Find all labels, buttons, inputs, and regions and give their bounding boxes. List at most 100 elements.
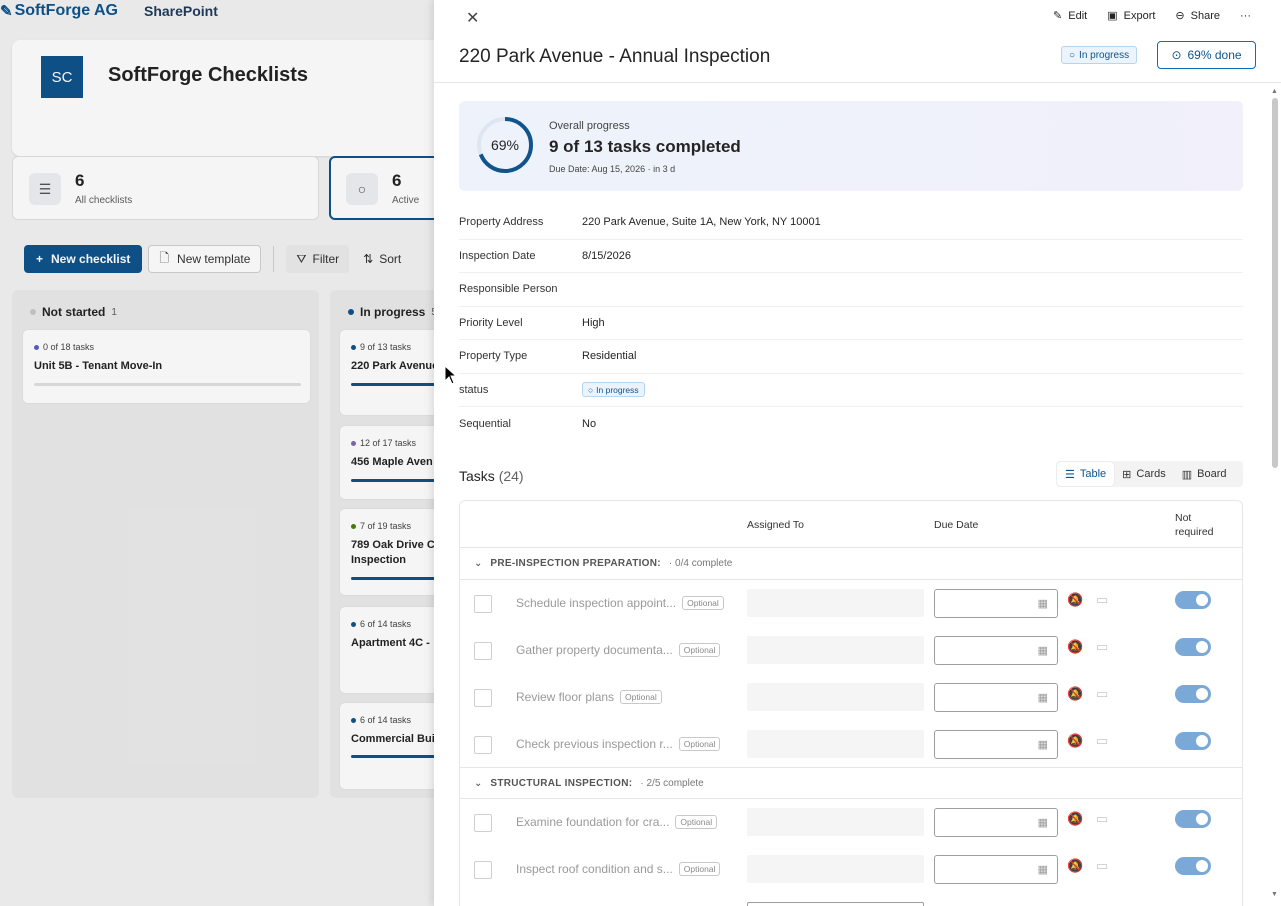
task-name[interactable]: Review floor plans Optional <box>516 690 662 704</box>
more-options-button[interactable]: ··· <box>1240 10 1251 22</box>
property-value: No <box>582 417 597 430</box>
due-date-field[interactable]: ▦ <box>934 683 1058 712</box>
export-button[interactable]: ▣ Export <box>1107 9 1156 23</box>
edit-button[interactable]: ✎ Edit <box>1053 9 1088 23</box>
export-label: Export <box>1123 9 1156 22</box>
calendar-icon: ▦ <box>1037 645 1048 657</box>
table-header: Assigned To Due Date Not required <box>460 501 1242 548</box>
task-name[interactable]: Check previous inspection r... Optional <box>516 737 721 751</box>
task-checkbox[interactable] <box>474 861 492 879</box>
close-icon[interactable]: ✕ <box>466 8 479 28</box>
panel-title: 220 Park Avenue - Annual Inspection <box>459 46 771 67</box>
group-progress: · 0/4 complete <box>668 558 733 569</box>
mouse-cursor-icon <box>444 365 458 385</box>
view-cards-tab[interactable]: ⊞ Cards <box>1114 462 1174 486</box>
group-name: PRE-INSPECTION PREPARATION: <box>490 558 661 569</box>
bell-off-icon[interactable]: 🔕 <box>1067 639 1083 655</box>
property-row: Property Type Residential <box>459 340 1243 374</box>
view-table-tab[interactable]: ☰ Table <box>1057 462 1115 486</box>
list-icon: ☰ <box>1065 468 1075 481</box>
task-name[interactable]: Inspect roof condition and s... Optional <box>516 862 721 876</box>
grid-icon: ⊞ <box>1122 468 1132 481</box>
calendar-icon: ▦ <box>1037 598 1048 610</box>
assigned-to-field[interactable] <box>747 855 924 883</box>
due-date-field[interactable]: ▦ <box>934 855 1058 884</box>
assigned-to-field[interactable] <box>747 636 924 664</box>
comment-icon[interactable]: ▭ <box>1096 639 1108 655</box>
not-required-toggle[interactable] <box>1175 638 1211 656</box>
modal-backdrop[interactable] <box>0 0 434 906</box>
edit-label: Edit <box>1068 9 1088 22</box>
due-date-field[interactable]: ▦ <box>934 808 1058 837</box>
task-name[interactable]: Schedule inspection appoint... Optional <box>516 596 724 610</box>
table-row: Review floor plans Optional ▦ 🔕 ▭ <box>460 674 1242 721</box>
task-title: Schedule inspection appoint... <box>516 596 677 610</box>
tasks-table: Assigned To Due Date Not required ⌄ PRE-… <box>459 500 1243 906</box>
property-label: Inspection Date <box>459 249 536 262</box>
comment-icon[interactable]: ▭ <box>1096 592 1108 608</box>
scrollbar[interactable]: ▲ ▼ <box>1271 88 1279 898</box>
optional-badge: Optional <box>682 596 724 610</box>
chevron-down-icon: ⌄ <box>474 558 483 569</box>
bell-off-icon[interactable]: 🔕 <box>1067 858 1083 874</box>
property-value: 8/15/2026 <box>582 249 631 262</box>
share-label: Share <box>1190 9 1220 22</box>
check-circle-icon: ⊙ <box>1171 48 1182 62</box>
due-date-field[interactable]: ▦ <box>934 730 1058 759</box>
scrollbar-thumb[interactable] <box>1272 98 1278 468</box>
properties-list: Property Address 220 Park Avenue, Suite … <box>459 206 1243 441</box>
not-required-toggle[interactable] <box>1175 732 1211 750</box>
view-board-tab[interactable]: ▥ Board <box>1174 462 1235 486</box>
share-button[interactable]: ⊖ Share <box>1175 9 1220 23</box>
view-switcher: ☰ Table ⊞ Cards ▥ Board <box>1056 461 1243 487</box>
optional-badge: Optional <box>678 862 721 876</box>
percent-done-label: 69% done <box>1187 48 1242 62</box>
assigned-to-field[interactable] <box>747 589 924 617</box>
group-header[interactable]: ⌄ PRE-INSPECTION PREPARATION: · 0/4 comp… <box>460 548 1242 580</box>
tasks-label: Tasks <box>459 468 495 484</box>
assigned-to-field[interactable] <box>747 683 924 711</box>
task-checkbox[interactable] <box>474 814 492 832</box>
bell-off-icon[interactable]: 🔕 <box>1067 733 1083 749</box>
calendar-icon: ▦ <box>1037 817 1048 829</box>
table-row: Gather property documenta... Optional ▦ 🔕… <box>460 627 1242 674</box>
percent-done-button[interactable]: ⊙ 69% done <box>1157 41 1256 69</box>
task-checkbox[interactable] <box>474 689 492 707</box>
assigned-to-field[interactable] <box>747 902 924 906</box>
progress-percent: 69% <box>490 137 520 153</box>
task-name[interactable]: Examine foundation for cra... Optional <box>516 815 718 829</box>
comment-icon[interactable]: ▭ <box>1096 733 1108 749</box>
task-checkbox[interactable] <box>474 642 492 660</box>
not-required-toggle[interactable] <box>1175 810 1211 828</box>
optional-badge: Optional <box>678 737 721 751</box>
assigned-to-field[interactable] <box>747 730 924 758</box>
due-date-text: Due Date: Aug 15, 2026 · in 3 d <box>549 164 676 174</box>
group-header[interactable]: ⌄ STRUCTURAL INSPECTION: · 2/5 complete <box>460 767 1242 799</box>
tasks-heading: Tasks (24) <box>459 468 524 484</box>
not-required-toggle[interactable] <box>1175 685 1211 703</box>
calendar-icon: ▦ <box>1037 692 1048 704</box>
not-required-toggle[interactable] <box>1175 857 1211 875</box>
panel-scroll-area[interactable]: 69% Overall progress 9 of 13 tasks compl… <box>434 83 1281 906</box>
task-name[interactable]: Gather property documenta... Optional <box>516 643 721 657</box>
bell-off-icon[interactable]: 🔕 <box>1067 592 1083 608</box>
task-checkbox[interactable] <box>474 595 492 613</box>
bell-off-icon[interactable]: 🔕 <box>1067 811 1083 827</box>
scroll-up-icon[interactable]: ▲ <box>1271 88 1278 95</box>
assigned-to-field[interactable] <box>747 808 924 836</box>
bell-off-icon[interactable]: 🔕 <box>1067 686 1083 702</box>
due-date-field[interactable]: ▦ <box>934 636 1058 665</box>
comment-icon[interactable]: ▭ <box>1096 686 1108 702</box>
progress-caption: Overall progress <box>549 120 630 132</box>
property-label: Property Type <box>459 350 528 363</box>
scroll-down-icon[interactable]: ▼ <box>1271 891 1278 898</box>
task-title: Check previous inspection r... <box>516 737 673 751</box>
due-date-field[interactable]: ▦ <box>934 589 1058 618</box>
group-name: STRUCTURAL INSPECTION: <box>490 777 633 789</box>
comment-icon[interactable]: ▭ <box>1096 858 1108 874</box>
link-icon: ⊖ <box>1175 10 1185 22</box>
task-checkbox[interactable] <box>474 736 492 754</box>
not-required-toggle[interactable] <box>1175 591 1211 609</box>
task-title: Examine foundation for cra... <box>516 815 670 829</box>
comment-icon[interactable]: ▭ <box>1096 811 1108 827</box>
